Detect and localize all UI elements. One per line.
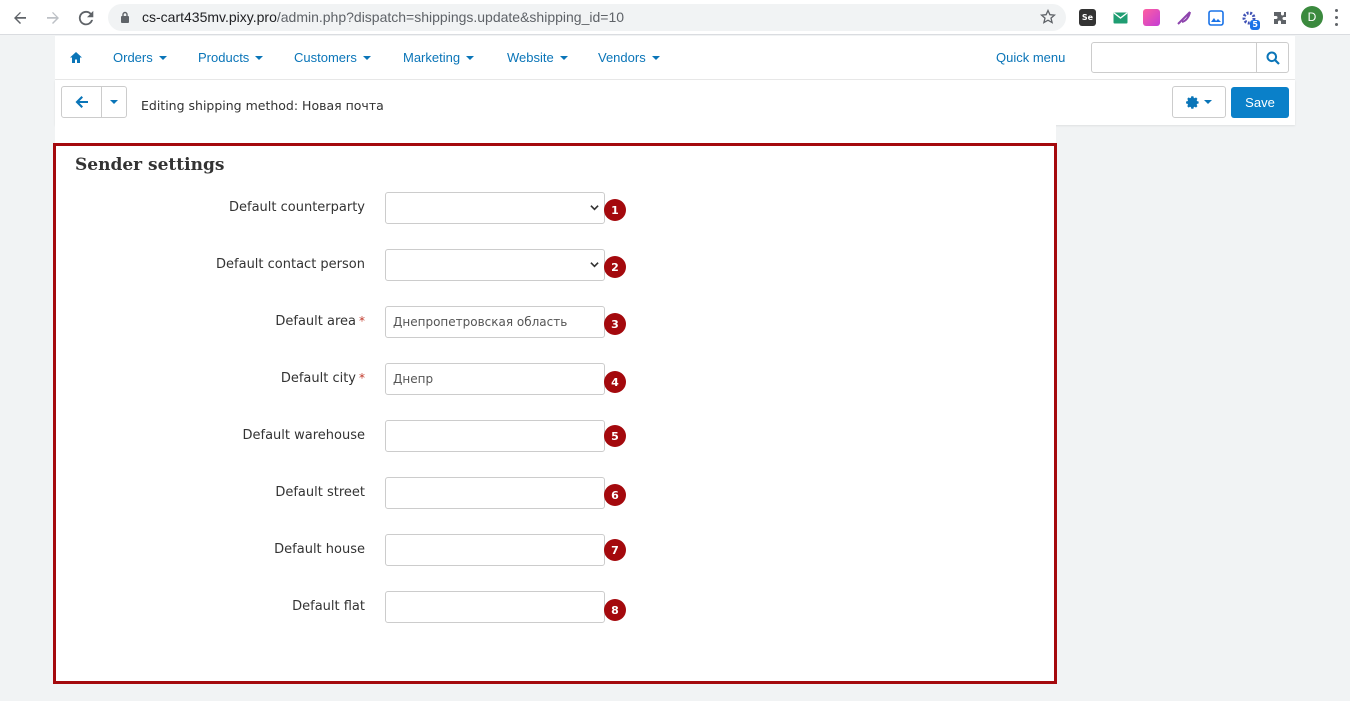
- sender-settings-panel: Sender settings Default counterparty 1 D…: [53, 143, 1057, 684]
- star-icon[interactable]: [1040, 9, 1056, 25]
- annotation-marker: 2: [604, 256, 626, 278]
- lock-icon: [121, 11, 129, 23]
- address-bar[interactable]: cs-cart435mv.pixy.pro/admin.php?dispatch…: [108, 4, 1066, 31]
- chevron-down-icon: [255, 56, 264, 60]
- chevron-down-icon: [110, 100, 118, 104]
- field-row-street: Default street 6: [56, 477, 1056, 509]
- field-row-area: Default area * Днепропетровская область 3: [56, 306, 1056, 338]
- field-label: Default city *: [280, 371, 365, 386]
- search-button[interactable]: [1256, 43, 1288, 72]
- annotation-marker: 3: [604, 313, 626, 335]
- menu-vendors[interactable]: Vendors: [598, 50, 660, 65]
- browser-menu-icon[interactable]: [1334, 9, 1338, 26]
- chevron-down-icon: [466, 56, 475, 60]
- feather-extension-icon[interactable]: [1175, 9, 1192, 26]
- annotation-marker: 6: [604, 484, 626, 506]
- home-icon[interactable]: [69, 51, 83, 64]
- field-row-counterparty: Default counterparty 1: [56, 192, 1056, 224]
- admin-search-input[interactable]: [1091, 42, 1289, 73]
- profile-avatar[interactable]: D: [1301, 6, 1323, 28]
- image-extension-icon[interactable]: [1207, 9, 1224, 26]
- field-label: Default street: [275, 485, 365, 500]
- field-label: Default house: [274, 542, 365, 557]
- annotation-marker: 4: [604, 371, 626, 393]
- page-title: Editing shipping method: Новая почта: [141, 98, 384, 113]
- gradient-extension-icon[interactable]: [1143, 9, 1160, 26]
- mail-extension-icon[interactable]: [1112, 9, 1129, 26]
- chevron-down-icon: [590, 205, 599, 211]
- annotation-marker: 5: [604, 425, 626, 447]
- url-text: cs-cart435mv.pixy.pro/admin.php?dispatch…: [142, 9, 625, 25]
- browser-toolbar: cs-cart435mv.pixy.pro/admin.php?dispatch…: [0, 0, 1350, 35]
- selenium-extension-icon[interactable]: Se: [1079, 9, 1096, 26]
- save-button[interactable]: Save: [1231, 87, 1289, 118]
- menu-customers[interactable]: Customers: [294, 50, 371, 65]
- menu-orders[interactable]: Orders: [113, 50, 167, 65]
- gear-badge-extension-icon[interactable]: 5: [1240, 9, 1260, 30]
- annotation-marker: 7: [604, 539, 626, 561]
- required-mark: *: [359, 314, 365, 328]
- page-toolbar: Editing shipping method: Новая почта Sav…: [55, 80, 1295, 125]
- default-counterparty-select[interactable]: [385, 192, 605, 224]
- default-contact-person-select[interactable]: [385, 249, 605, 281]
- admin-top-menu: Orders Products Customers Marketing Webs…: [55, 36, 1295, 80]
- quick-menu-link[interactable]: Quick menu: [996, 50, 1065, 65]
- search-icon: [1266, 51, 1280, 65]
- settings-dropdown-button[interactable]: [1172, 86, 1226, 118]
- back-button-group: [61, 86, 127, 118]
- section-title: Sender settings: [75, 155, 225, 175]
- required-mark: *: [359, 371, 365, 385]
- extensions-puzzle-icon[interactable]: [1271, 9, 1288, 26]
- back-arrow-icon[interactable]: [8, 6, 32, 30]
- default-house-input[interactable]: [385, 534, 605, 566]
- menu-products[interactable]: Products: [198, 50, 264, 65]
- default-area-input[interactable]: Днепропетровская область: [385, 306, 605, 338]
- field-label: Default flat: [292, 599, 365, 614]
- gear-icon: [1186, 95, 1199, 109]
- field-row-contact-person: Default contact person 2: [56, 249, 1056, 281]
- field-row-flat: Default flat 8: [56, 591, 1056, 623]
- field-row-house: Default house 7: [56, 534, 1056, 566]
- field-label: Default contact person: [216, 257, 365, 272]
- annotation-marker: 1: [604, 199, 626, 221]
- default-warehouse-input[interactable]: [385, 420, 605, 452]
- menu-website[interactable]: Website: [507, 50, 568, 65]
- chevron-down-icon: [158, 56, 167, 60]
- annotation-marker: 8: [604, 599, 626, 621]
- field-row-city: Default city * Днепр 4: [56, 363, 1056, 395]
- forward-arrow-icon[interactable]: [41, 6, 65, 30]
- back-dropdown-toggle[interactable]: [102, 87, 126, 117]
- field-row-warehouse: Default warehouse 5: [56, 420, 1056, 452]
- back-arrow-icon: [75, 96, 88, 108]
- field-label: Default warehouse: [242, 428, 366, 443]
- content-top: [55, 125, 1056, 143]
- chevron-down-icon: [362, 56, 371, 60]
- field-label: Default counterparty: [228, 200, 365, 215]
- default-city-input[interactable]: Днепр: [385, 363, 605, 395]
- chevron-down-icon: [651, 56, 660, 60]
- default-flat-input[interactable]: [385, 591, 605, 623]
- back-button[interactable]: [62, 87, 102, 117]
- default-street-input[interactable]: [385, 477, 605, 509]
- menu-marketing[interactable]: Marketing: [403, 50, 475, 65]
- reload-icon[interactable]: [74, 6, 98, 30]
- field-label: Default area *: [275, 314, 365, 329]
- chevron-down-icon: [590, 262, 599, 268]
- chevron-down-icon: [1204, 100, 1212, 104]
- chevron-down-icon: [559, 56, 568, 60]
